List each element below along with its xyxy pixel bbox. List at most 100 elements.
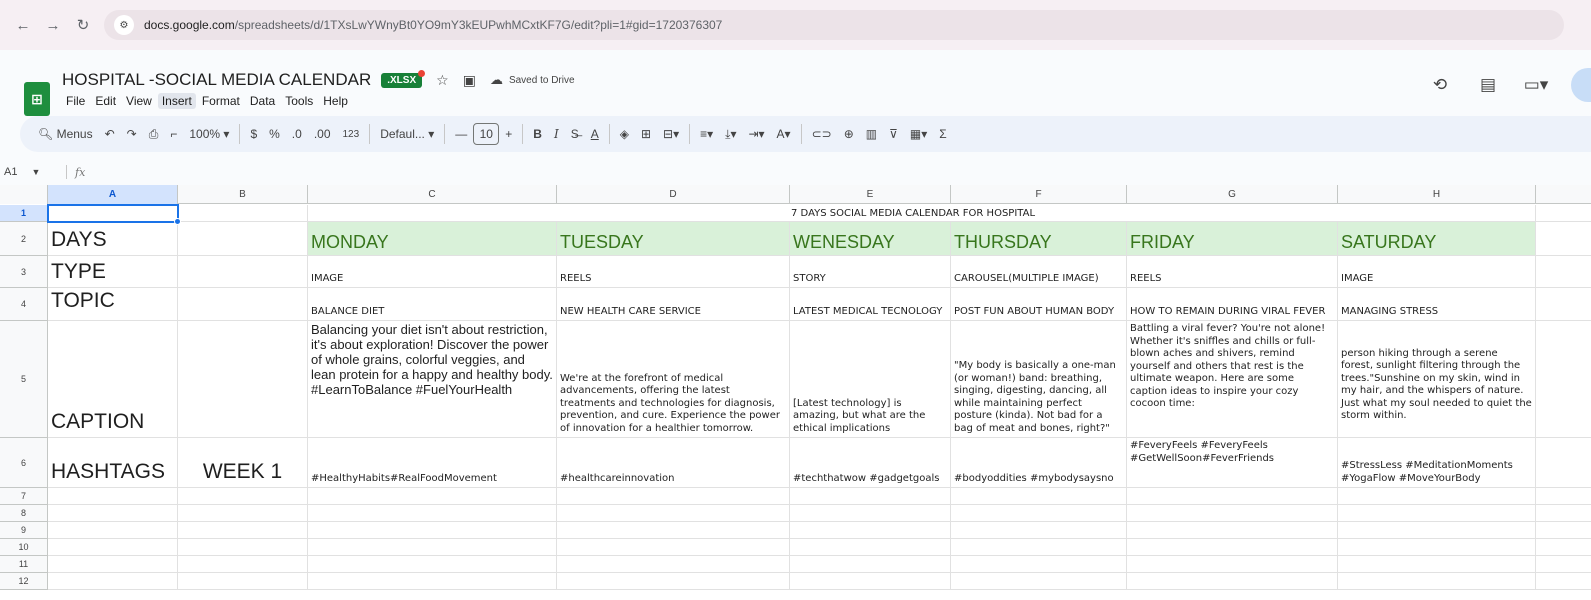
cell-i8[interactable] <box>1536 505 1591 522</box>
column-header-i[interactable] <box>1536 185 1591 204</box>
insert-chart-icon[interactable]: ▥ <box>860 122 883 146</box>
font-size-input[interactable]: 10 <box>473 123 500 145</box>
cell-i9[interactable] <box>1536 522 1591 539</box>
cell-g7[interactable] <box>1127 488 1338 505</box>
cell-f12[interactable] <box>951 573 1127 590</box>
label-week[interactable]: WEEK 1 <box>178 438 308 488</box>
filter-icon[interactable]: ⊽ <box>883 122 904 146</box>
caption-saturday[interactable]: person hiking through a serene forest, s… <box>1338 321 1536 438</box>
menu-format[interactable]: Format <box>198 93 244 109</box>
cell-d7[interactable] <box>557 488 790 505</box>
day-friday[interactable]: FRIDAY <box>1127 222 1338 256</box>
cell-f11[interactable] <box>951 556 1127 573</box>
cell-e7[interactable] <box>790 488 951 505</box>
cell-a10[interactable] <box>48 539 178 556</box>
cell-i12[interactable] <box>1536 573 1591 590</box>
menu-help[interactable]: Help <box>319 93 352 109</box>
cell-a11[interactable] <box>48 556 178 573</box>
row-header-3[interactable]: 3 <box>0 256 48 288</box>
cell-i2[interactable] <box>1536 222 1591 256</box>
row-header-6[interactable]: 6 <box>0 438 48 488</box>
address-bar[interactable]: ⚙ docs.google.com/spreadsheets/d/1TXsLwY… <box>104 10 1564 40</box>
formula-input[interactable] <box>85 162 1591 182</box>
row-header-4[interactable]: 4 <box>0 288 48 321</box>
row-header-1[interactable]: 1 <box>0 205 48 222</box>
cell-g10[interactable] <box>1127 539 1338 556</box>
cell-d10[interactable] <box>557 539 790 556</box>
text-wrapping-icon[interactable]: ⇥▾ <box>742 122 770 146</box>
topic-tuesday[interactable]: NEW HEALTH CARE SERVICE <box>557 288 790 321</box>
row-header-7[interactable]: 7 <box>0 488 48 505</box>
name-box[interactable]: A1 ▼ <box>0 166 58 178</box>
insert-link-icon[interactable]: ⊂⊃ <box>806 122 838 146</box>
reload-icon[interactable]: ↻ <box>70 12 96 38</box>
column-header-a[interactable]: A <box>48 185 178 204</box>
cell-i10[interactable] <box>1536 539 1591 556</box>
cell-b4[interactable] <box>178 288 308 321</box>
increase-font-size-icon[interactable]: + <box>499 122 518 146</box>
cell-a12[interactable] <box>48 573 178 590</box>
site-settings-icon[interactable]: ⚙ <box>114 15 134 35</box>
row-header-5[interactable]: 5 <box>0 321 48 438</box>
paint-format-icon[interactable]: ⌐ <box>164 122 183 146</box>
column-header-h[interactable]: H <box>1338 185 1536 204</box>
saved-status[interactable]: ☁ Saved to Drive <box>490 72 575 88</box>
cell-h10[interactable] <box>1338 539 1536 556</box>
row-header-2[interactable]: 2 <box>0 222 48 256</box>
cell-g11[interactable] <box>1127 556 1338 573</box>
hashtags-thursday[interactable]: #bodyoddities #mybodysaysno <box>951 438 1127 488</box>
column-header-g[interactable]: G <box>1127 185 1338 204</box>
filter-views-icon[interactable]: ▦▾ <box>904 122 933 146</box>
cell-h8[interactable] <box>1338 505 1536 522</box>
cell-c9[interactable] <box>308 522 557 539</box>
cell-b10[interactable] <box>178 539 308 556</box>
cell-e8[interactable] <box>790 505 951 522</box>
cell-g8[interactable] <box>1127 505 1338 522</box>
cell-h11[interactable] <box>1338 556 1536 573</box>
cell-h12[interactable] <box>1338 573 1536 590</box>
cell-i3[interactable] <box>1536 256 1591 288</box>
undo-icon[interactable]: ↶ <box>99 122 121 146</box>
cell-c7[interactable] <box>308 488 557 505</box>
cell-h7[interactable] <box>1338 488 1536 505</box>
search-menus-button[interactable]: 🔍︎ Menus <box>32 122 99 146</box>
cell-e11[interactable] <box>790 556 951 573</box>
topic-wednesday[interactable]: LATEST MEDICAL TECNOLOGY <box>790 288 951 321</box>
sheets-logo-icon[interactable]: ⊞ <box>24 82 50 116</box>
day-thursday[interactable]: THURSDAY <box>951 222 1127 256</box>
star-icon[interactable]: ☆ <box>436 72 449 89</box>
currency-format-button[interactable]: $ <box>244 122 263 146</box>
cell-i5[interactable] <box>1536 321 1591 438</box>
row-header-8[interactable]: 8 <box>0 505 48 522</box>
column-header-f[interactable]: F <box>951 185 1127 204</box>
hashtags-wednesday[interactable]: #techthatwow #gadgetgoals <box>790 438 951 488</box>
zoom-select[interactable]: 100% ▾ <box>183 122 235 146</box>
caption-friday[interactable]: Battling a viral fever? You're not alone… <box>1127 321 1338 438</box>
italic-icon[interactable]: I <box>548 122 565 146</box>
cell-c11[interactable] <box>308 556 557 573</box>
topic-monday[interactable]: BALANCE DIET <box>308 288 557 321</box>
menu-data[interactable]: Data <box>246 93 279 109</box>
fill-handle[interactable] <box>174 218 181 225</box>
caption-wednesday[interactable]: [Latest technology] is amazing, but what… <box>790 321 951 438</box>
type-friday[interactable]: REELS <box>1127 256 1338 288</box>
cell-f8[interactable] <box>951 505 1127 522</box>
menu-tools[interactable]: Tools <box>281 93 317 109</box>
row-header-11[interactable]: 11 <box>0 556 48 573</box>
horizontal-align-icon[interactable]: ≡▾ <box>694 122 719 146</box>
caption-tuesday[interactable]: We're at the forefront of medical advanc… <box>557 321 790 438</box>
cell-e12[interactable] <box>790 573 951 590</box>
day-tuesday[interactable]: TUESDAY <box>557 222 790 256</box>
version-history-icon[interactable]: ⟲ <box>1427 72 1453 98</box>
cell-f9[interactable] <box>951 522 1127 539</box>
day-wednesday[interactable]: WENESDAY <box>790 222 951 256</box>
cell-i11[interactable] <box>1536 556 1591 573</box>
type-tuesday[interactable]: REELS <box>557 256 790 288</box>
cell-e9[interactable] <box>790 522 951 539</box>
row-header-9[interactable]: 9 <box>0 522 48 539</box>
increase-decimal-button[interactable]: .00 <box>308 122 337 146</box>
cell-c8[interactable] <box>308 505 557 522</box>
cell-g9[interactable] <box>1127 522 1338 539</box>
type-monday[interactable]: IMAGE <box>308 256 557 288</box>
decrease-font-size-icon[interactable]: — <box>449 122 473 146</box>
